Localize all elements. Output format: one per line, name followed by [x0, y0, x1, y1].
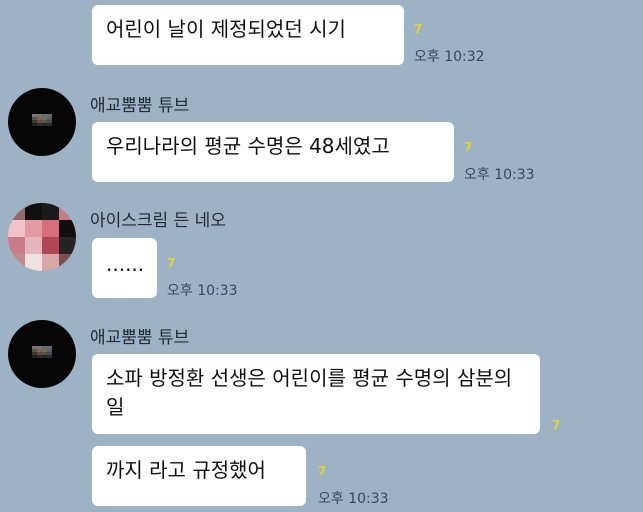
- message-text: 어린이 날이 제정되었던 시기: [106, 17, 346, 41]
- unread-count: 7: [464, 140, 473, 154]
- message-bubble[interactable]: 우리나라의 평균 수명은 48세였고: [92, 122, 454, 182]
- unread-count: 7: [318, 464, 327, 478]
- chat-room: 어린이 날이 제정되었던 시기 7 오후 10:32 애교뿜뿜 튜브 우리나라의…: [0, 0, 643, 512]
- message-text: 까지 라고 규정했어: [106, 458, 266, 482]
- profile-avatar[interactable]: [8, 203, 76, 271]
- message-bubble[interactable]: 까지 라고 규정했어: [92, 446, 306, 506]
- avatar-mosaic: [8, 203, 76, 271]
- message-bubble[interactable]: 어린이 날이 제정되었던 시기: [92, 5, 404, 65]
- message-time: 오후 10:33: [167, 283, 238, 299]
- message-bubble[interactable]: ......: [92, 238, 157, 298]
- sender-name: 아이스크림 든 네오: [90, 211, 226, 231]
- message-text: ......: [106, 252, 145, 276]
- avatar-mosaic: [32, 114, 52, 126]
- message-bubble[interactable]: 소파 방정환 선생은 어린이를 평균 수명의 삼분의 일: [92, 354, 540, 434]
- sender-name: 애교뿜뿜 튜브: [90, 328, 190, 348]
- avatar-mosaic: [32, 346, 52, 358]
- unread-count: 7: [414, 22, 423, 36]
- unread-count: 7: [552, 418, 561, 432]
- message-time: 오후 10:33: [464, 167, 535, 183]
- unread-count: 7: [167, 256, 176, 270]
- message-time: 오후 10:32: [414, 49, 485, 65]
- profile-avatar[interactable]: [8, 320, 76, 388]
- message-text: 소파 방정환 선생은 어린이를 평균 수명의 삼분의 일: [106, 366, 513, 419]
- message-text: 우리나라의 평균 수명은 48세였고: [106, 134, 390, 158]
- profile-avatar[interactable]: [8, 88, 76, 156]
- sender-name: 애교뿜뿜 튜브: [90, 96, 190, 116]
- message-time: 오후 10:33: [318, 491, 389, 507]
